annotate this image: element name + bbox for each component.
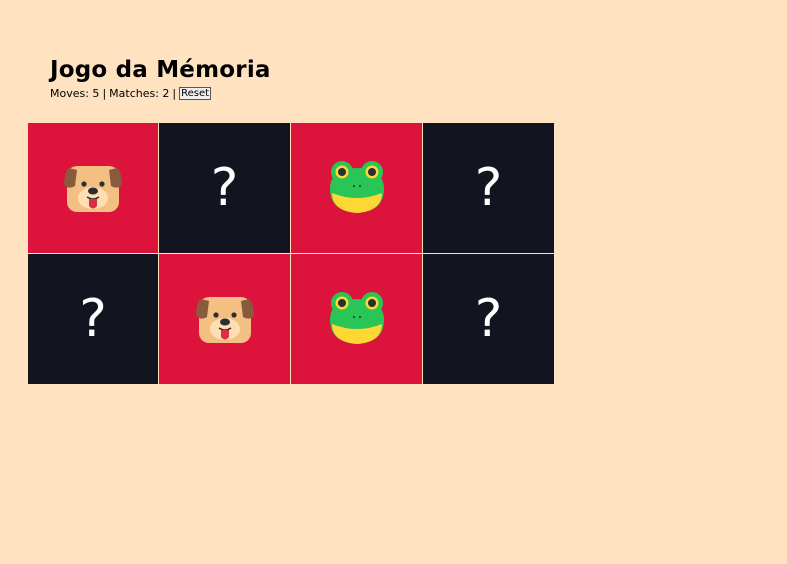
game-header: Jogo da Mémoria Moves: 5 | Matches: 2 | … — [50, 56, 271, 100]
frog-face-icon — [329, 161, 384, 213]
status-bar: Moves: 5 | Matches: 2 | Reset — [50, 87, 271, 100]
dog-face-icon — [195, 297, 254, 343]
card-5[interactable]: ? — [28, 254, 158, 384]
hidden-card-symbol: ? — [474, 158, 503, 218]
card-2[interactable]: ? — [159, 123, 290, 253]
moves-counter: Moves: 5 — [50, 87, 100, 100]
game-board: ? ? ? ? — [28, 123, 554, 384]
matches-counter: Matches: 2 — [109, 87, 170, 100]
card-4[interactable]: ? — [423, 123, 554, 253]
status-separator: | — [102, 87, 107, 100]
reset-button[interactable]: Reset — [179, 87, 212, 100]
page-title: Jogo da Mémoria — [50, 57, 271, 83]
card-1[interactable] — [28, 123, 158, 253]
frog-face-icon — [329, 292, 384, 344]
card-8[interactable]: ? — [423, 254, 554, 384]
hidden-card-symbol: ? — [210, 158, 239, 218]
dog-face-icon — [64, 166, 122, 212]
hidden-card-symbol: ? — [474, 289, 503, 349]
card-7[interactable] — [291, 254, 422, 384]
card-3[interactable] — [291, 123, 422, 253]
card-6[interactable] — [159, 254, 290, 384]
hidden-card-symbol: ? — [79, 289, 107, 349]
status-separator: | — [172, 87, 177, 100]
